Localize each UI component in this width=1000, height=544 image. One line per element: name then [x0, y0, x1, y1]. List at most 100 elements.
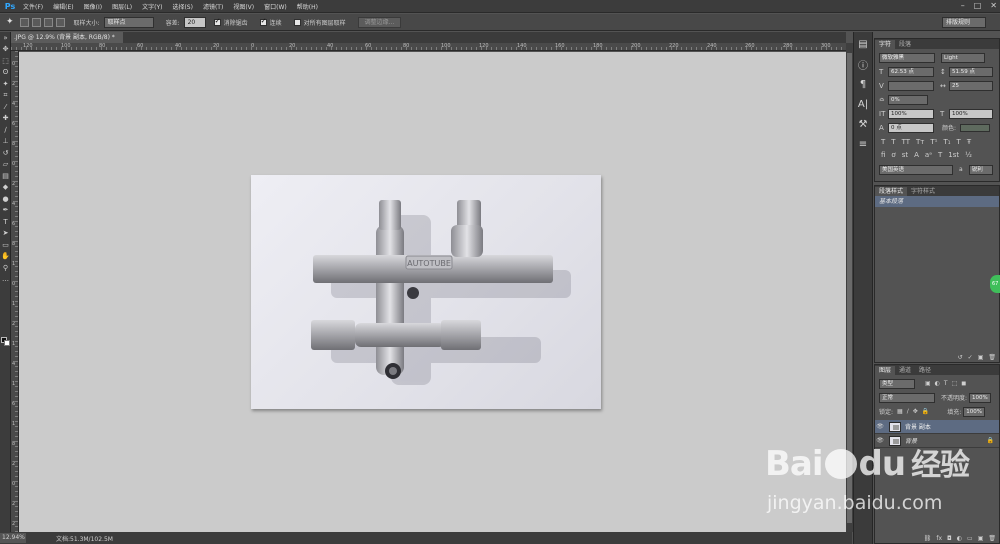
antialias-select[interactable]: 锐利	[968, 164, 993, 175]
tracking-select[interactable]: 25	[949, 80, 993, 91]
menu-layer[interactable]: 图层(L)	[112, 2, 132, 11]
opacity-input[interactable]: 100%	[969, 392, 992, 403]
document-image[interactable]: AUTOTUBE	[251, 175, 601, 409]
font-size-select[interactable]: 62.53 点	[888, 66, 934, 77]
zoom-tool-icon[interactable]: ⚲	[0, 262, 11, 274]
menu-select[interactable]: 选择(S)	[172, 2, 193, 11]
layer-name[interactable]: 背景 副本	[905, 422, 931, 431]
move-tool-icon[interactable]: ✥	[0, 44, 11, 56]
new-style-icon[interactable]: ▣	[978, 354, 984, 361]
eraser-tool-icon[interactable]: ▱	[0, 159, 11, 171]
layer-filter-icons[interactable]: ▣◐T⬚◼	[925, 380, 970, 387]
dodge-tool-icon[interactable]: ●	[0, 193, 11, 205]
font-family-select[interactable]: 微软雅黑	[879, 52, 935, 63]
healing-tool-icon[interactable]: ✚	[0, 113, 11, 125]
type-tool-icon[interactable]: T	[0, 216, 11, 228]
subscript-icon[interactable]: T₁	[943, 138, 950, 146]
minimize-icon[interactable]: –	[961, 1, 965, 10]
all-layers-checkbox[interactable]	[293, 18, 301, 26]
italic-icon[interactable]: T	[891, 138, 895, 146]
language-select[interactable]: 美国英语	[879, 164, 953, 175]
new-layer-icon[interactable]: ▣	[978, 535, 984, 542]
delete-style-icon[interactable]: 🗑	[988, 354, 996, 361]
floating-badge[interactable]: 67	[990, 275, 1000, 293]
menu-help[interactable]: 帮助(H)	[297, 2, 318, 11]
delete-layer-icon[interactable]: 🗑	[988, 535, 996, 542]
style-item-basic[interactable]: 基本段落	[875, 196, 999, 207]
all-caps-icon[interactable]: TT	[902, 138, 910, 146]
visibility-eye-icon[interactable]: 👁	[875, 423, 885, 430]
info-panel-icon[interactable]: ⓘ	[854, 56, 872, 72]
clear-override-icon[interactable]: ↺	[958, 354, 963, 361]
eyedropper-tool-icon[interactable]: ⁄	[0, 101, 11, 113]
vertical-ruler[interactable]: 0 2 4 6 8 0 2 4 6 8 1 0 1 2 1 4 1 6 1 8 …	[11, 51, 19, 532]
add-selection-icon[interactable]	[31, 17, 41, 27]
underline-icon[interactable]: T	[957, 138, 961, 146]
blur-tool-icon[interactable]: ◆	[0, 182, 11, 194]
sample-size-select[interactable]: 取样点	[103, 16, 154, 28]
tab-paragraph-styles[interactable]: 段落样式	[875, 187, 908, 196]
adjustments-icon[interactable]: ≡	[854, 136, 872, 152]
history-brush-icon[interactable]: ↺	[0, 147, 11, 159]
menu-window[interactable]: 窗口(W)	[264, 2, 287, 11]
small-caps-icon[interactable]: Tт	[916, 138, 924, 146]
background-color-swatch[interactable]	[4, 340, 10, 346]
bold-icon[interactable]: T	[881, 138, 885, 146]
strikethrough-icon[interactable]: Ŧ	[967, 138, 971, 146]
subtract-selection-icon[interactable]	[43, 17, 53, 27]
brush-tool-icon[interactable]: ∕	[0, 124, 11, 136]
tools-presets-icon[interactable]: ⚒	[854, 116, 872, 132]
workspace-select[interactable]: 排版规则	[942, 17, 986, 28]
shape-tool-icon[interactable]: ▭	[0, 239, 11, 251]
stylistic-icon[interactable]: st	[902, 151, 908, 159]
vertical-scale-input[interactable]: 100%	[888, 108, 934, 119]
tab-layers[interactable]: 图层	[875, 366, 896, 375]
magic-wand-tool-icon[interactable]: ✦	[6, 17, 14, 27]
group-icon[interactable]: ▭	[967, 535, 973, 542]
hand-tool-icon[interactable]: ✋	[0, 251, 11, 263]
titling-icon[interactable]: A	[914, 151, 919, 159]
intersect-selection-icon[interactable]	[55, 17, 65, 27]
horizontal-scale-input[interactable]: 100%	[949, 108, 993, 119]
text-panel-icon[interactable]: A|	[854, 96, 872, 112]
fill-input[interactable]: 100%	[963, 406, 986, 417]
close-icon[interactable]: ✕	[990, 1, 997, 10]
document-tab[interactable]: .JPG @ 12.9% (背景 副本, RGB/8) *	[11, 32, 123, 43]
layer-row[interactable]: 👁 背景 副本	[875, 420, 999, 434]
path-select-icon[interactable]: ➤	[0, 228, 11, 240]
menu-edit[interactable]: 编辑(E)	[53, 2, 73, 11]
fx-icon[interactable]: fx	[936, 535, 942, 542]
more-tools-icon[interactable]: …	[0, 274, 11, 286]
text-color-swatch[interactable]	[960, 123, 991, 132]
maximize-icon[interactable]: □	[974, 1, 982, 10]
contextual-icon[interactable]: 1st	[948, 151, 959, 159]
tsume-select[interactable]: 0%	[888, 94, 928, 105]
tab-channels[interactable]: 通道	[895, 366, 915, 375]
tab-character[interactable]: 字符	[875, 40, 896, 49]
history-panel-icon[interactable]: ▤	[854, 36, 872, 52]
menu-type[interactable]: 文字(Y)	[142, 2, 162, 11]
kerning-select[interactable]	[888, 80, 934, 91]
menu-filter[interactable]: 滤镜(T)	[203, 2, 223, 11]
leading-select[interactable]: 51.59 点	[949, 66, 993, 77]
tolerance-input[interactable]: 20	[183, 16, 206, 28]
pen-tool-icon[interactable]: ✒	[0, 205, 11, 217]
tab-paragraph[interactable]: 段落	[895, 40, 915, 49]
blend-mode-select[interactable]: 正常	[879, 392, 935, 403]
gradient-tool-icon[interactable]: ▤	[0, 170, 11, 182]
ligature-icon[interactable]: fi	[881, 151, 885, 159]
layer-filter-select[interactable]: 类型	[879, 378, 915, 389]
menu-image[interactable]: 图像(I)	[84, 2, 102, 11]
adjustment-layer-icon[interactable]: ◐	[957, 535, 962, 542]
tab-paths[interactable]: 路径	[915, 366, 935, 375]
link-layers-icon[interactable]: ⛓	[924, 535, 932, 542]
lasso-tool-icon[interactable]: ʘ	[0, 67, 11, 79]
marquee-tool-icon[interactable]: ⬚	[0, 55, 11, 67]
redefine-icon[interactable]: ✓	[968, 354, 973, 361]
menu-view[interactable]: 视图(V)	[233, 2, 254, 11]
antialias-checkbox[interactable]	[213, 17, 221, 26]
stamp-tool-icon[interactable]: ⊥	[0, 136, 11, 148]
contiguous-checkbox[interactable]	[259, 17, 267, 26]
paragraph-panel-icon[interactable]: ¶	[854, 76, 872, 92]
zoom-level[interactable]: 12.94%	[0, 533, 26, 543]
